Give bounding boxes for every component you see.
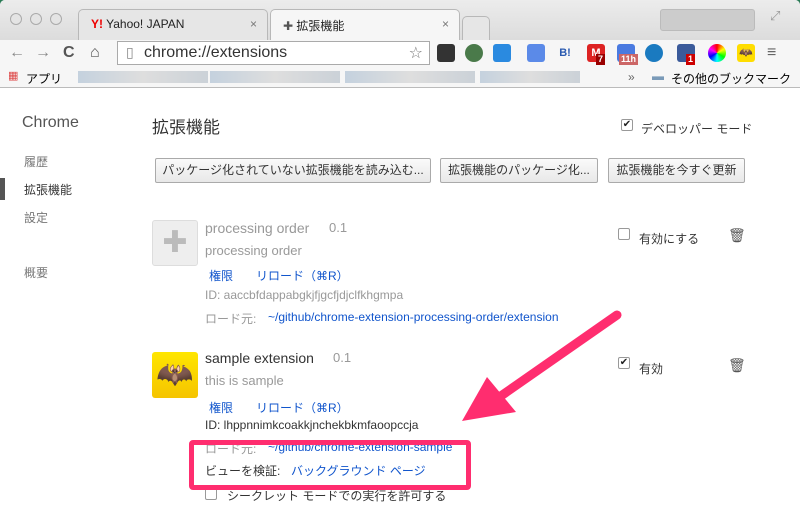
annotation-arrow — [462, 310, 622, 421]
browser-window: Y! Yahoo! JAPAN × ✚ 拡張機能 × ⤢ ← → C ⌂ ▯ c… — [0, 0, 800, 515]
